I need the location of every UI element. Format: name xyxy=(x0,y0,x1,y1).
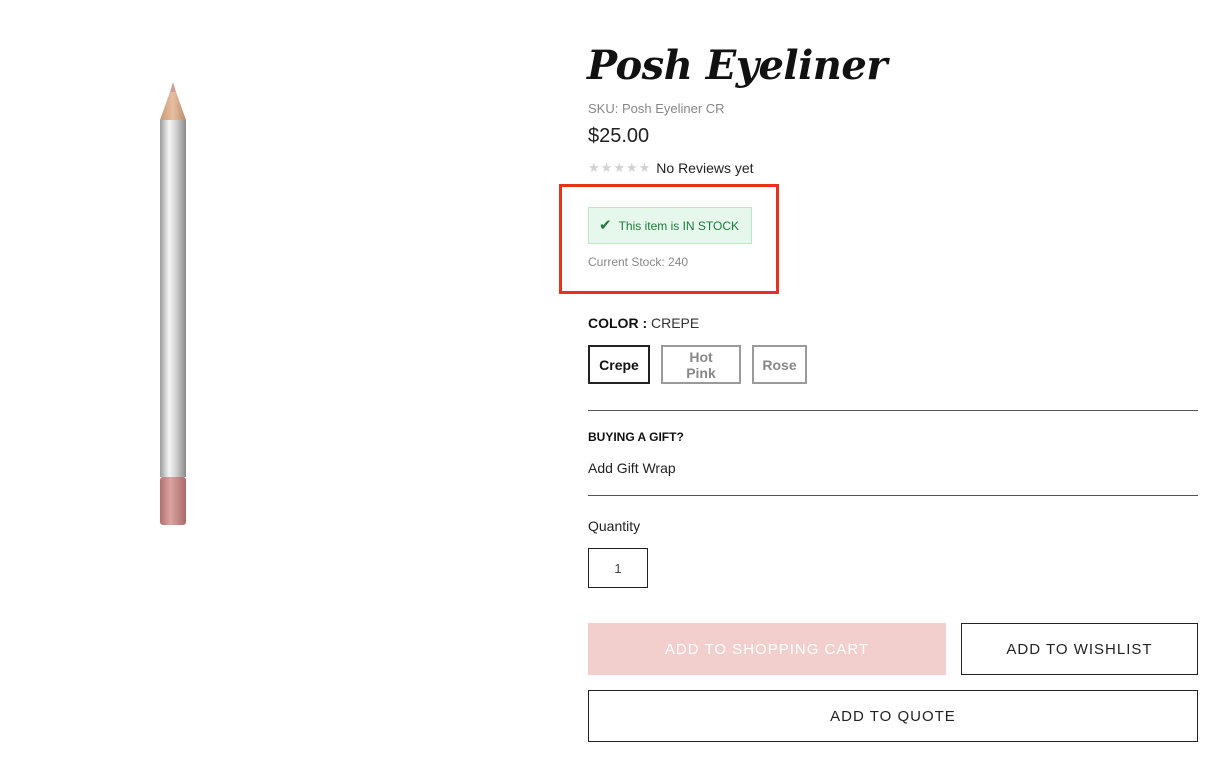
add-to-quote-button[interactable]: ADD TO QUOTE xyxy=(588,690,1198,742)
divider xyxy=(588,495,1198,496)
product-sku: SKU: Posh Eyeliner CR xyxy=(588,101,725,116)
quantity-input[interactable] xyxy=(588,548,648,588)
star-icon: ★ xyxy=(625,160,638,175)
star-icon: ★ xyxy=(613,160,625,175)
add-to-wishlist-button[interactable]: ADD TO WISHLIST xyxy=(961,623,1198,675)
gift-wrap-option[interactable]: Add Gift Wrap xyxy=(588,460,676,476)
product-price: $25.00 xyxy=(588,125,650,147)
star-icon: ★ xyxy=(638,160,651,175)
product-title: Posh Eyeliner xyxy=(587,42,887,89)
star-icon: ★ xyxy=(588,160,600,175)
current-stock-text: Current Stock: 240 xyxy=(588,255,689,269)
quantity-label: Quantity xyxy=(588,518,641,534)
color-swatch-hot-pink[interactable]: Hot Pink xyxy=(661,345,741,384)
add-to-cart-button[interactable]: ADD TO SHOPPING CART xyxy=(588,623,946,675)
reviews-text: No Reviews yet xyxy=(656,160,754,176)
color-label-row: COLOR : CREPE xyxy=(588,315,699,331)
divider xyxy=(588,410,1198,411)
star-icon: ★ xyxy=(600,160,613,175)
rating-stars: ★ ★ ★ ★ ★ xyxy=(588,160,650,176)
color-swatch-rose[interactable]: Rose xyxy=(752,345,807,384)
color-swatch-crepe[interactable]: Crepe xyxy=(588,345,650,384)
checkmark-icon: ✔ xyxy=(599,217,612,234)
color-swatches: Crepe Hot Pink Rose xyxy=(588,345,807,384)
in-stock-badge: ✔ This item is IN STOCK xyxy=(588,207,752,244)
color-selected-value: CREPE xyxy=(651,315,700,331)
in-stock-text: This item is IN STOCK xyxy=(618,218,740,233)
eyeliner-pencil-image xyxy=(160,82,186,525)
rating-row[interactable]: ★ ★ ★ ★ ★ No Reviews yet xyxy=(588,160,754,176)
color-label: COLOR : xyxy=(588,315,648,331)
gift-heading: BUYING A GIFT? xyxy=(588,430,684,444)
